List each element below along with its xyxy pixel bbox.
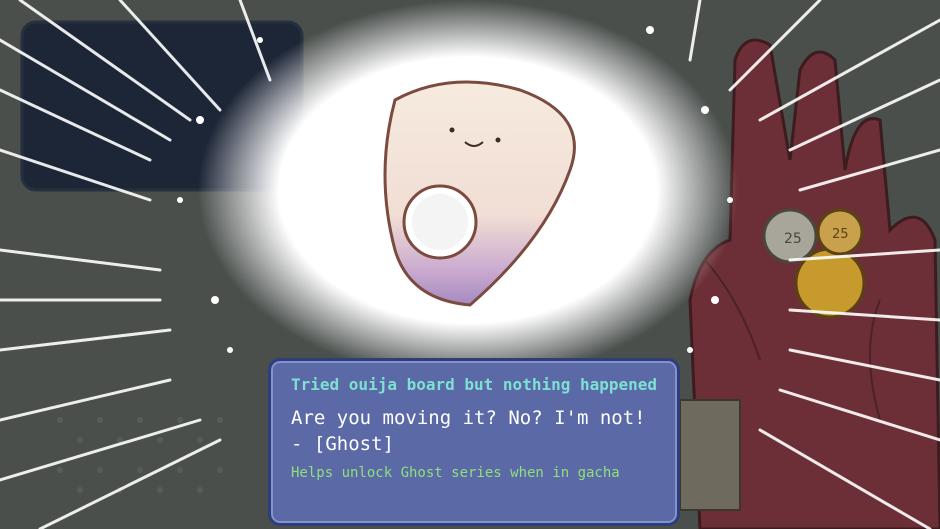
coin-label: 25 bbox=[784, 231, 802, 247]
item-hint: Helps unlock Ghost series when in gacha bbox=[291, 465, 620, 481]
item-popup: Tried ouija board but nothing happened A… bbox=[268, 358, 680, 526]
background-sign bbox=[679, 399, 741, 511]
item-title: Tried ouija board but nothing happened bbox=[291, 375, 658, 394]
coin-label: 25 bbox=[832, 227, 849, 242]
item-quote: Are you moving it? No? I'm not! - [Ghost… bbox=[291, 407, 646, 455]
